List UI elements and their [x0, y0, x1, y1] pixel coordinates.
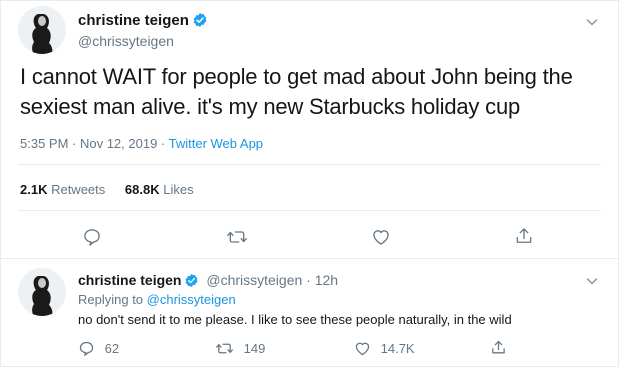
replying-to-label: Replying to: [78, 292, 147, 307]
reply-header: christine teigen @chrissyteigen · 12h: [78, 272, 338, 291]
handle[interactable]: @chrissyteigen: [78, 33, 174, 49]
display-name[interactable]: christine teigen: [78, 12, 208, 32]
retweet-icon: [215, 340, 234, 360]
reply-text: no don't send it to me please. I like to…: [78, 312, 512, 327]
reply-like-action[interactable]: 14.7K: [354, 340, 415, 360]
likes-stat[interactable]: 68.8K Likes: [125, 182, 194, 197]
comment-icon: [78, 340, 95, 360]
retweet-icon[interactable]: [226, 227, 248, 247]
tweet-text-line-1: I cannot WAIT for people to get mad abou…: [20, 64, 573, 89]
chevron-down-icon[interactable]: [584, 273, 600, 289]
like-count: 14.7K: [380, 341, 415, 356]
divider: [18, 210, 601, 211]
avatar[interactable]: [18, 6, 66, 54]
timestamp-row: 5:35 PM · Nov 12, 2019 · Twitter Web App: [20, 136, 263, 151]
divider: [0, 258, 619, 259]
reply-avatar[interactable]: [18, 268, 66, 316]
divider: [18, 164, 601, 165]
retweets-count: 2.1K: [20, 182, 48, 197]
retweets-label: Retweets: [47, 182, 106, 197]
reply-handle-time[interactable]: @chrissyteigen · 12h: [206, 272, 338, 288]
display-name-text[interactable]: christine teigen: [78, 12, 189, 29]
source-link[interactable]: Twitter Web App: [169, 136, 263, 151]
share-icon[interactable]: [514, 226, 534, 246]
reply-display-name[interactable]: christine teigen: [78, 272, 181, 288]
retweet-count: 149: [243, 341, 266, 356]
chevron-down-icon[interactable]: [584, 14, 600, 30]
likes-label: Likes: [159, 182, 194, 197]
comment-icon[interactable]: [82, 227, 102, 247]
stats-row: 2.1K Retweets 68.8K Likes: [20, 182, 194, 197]
timestamp[interactable]: 5:35 PM · Nov 12, 2019 ·: [20, 136, 169, 151]
heart-icon[interactable]: [371, 227, 391, 247]
verified-badge-icon: [184, 273, 199, 291]
reply-count: 62: [104, 341, 120, 356]
verified-badge-icon: [192, 12, 208, 32]
tweet-text-line-2: sexiest man alive. it's my new Starbucks…: [20, 94, 521, 119]
likes-count: 68.8K: [124, 182, 160, 197]
replying-to: Replying to @chrissyteigen: [78, 292, 236, 307]
share-icon[interactable]: [490, 339, 507, 361]
reply-comment-action[interactable]: 62: [78, 340, 119, 360]
heart-icon: [354, 340, 371, 360]
replying-to-handle[interactable]: @chrissyteigen: [147, 292, 236, 307]
retweets-stat[interactable]: 2.1K Retweets: [20, 182, 105, 197]
reply-retweet-action[interactable]: 149: [215, 340, 265, 360]
